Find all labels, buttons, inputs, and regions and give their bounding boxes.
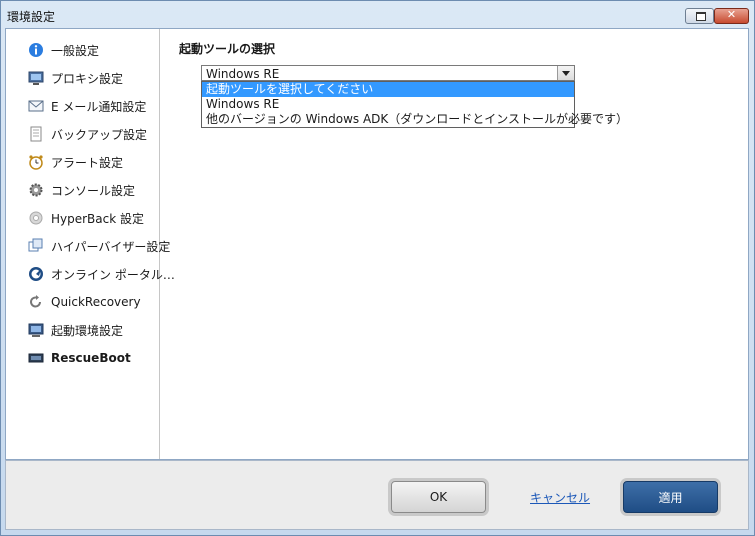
alarm-clock-icon [28, 154, 44, 170]
document-icon [28, 126, 44, 142]
window-title: 環境設定 [7, 10, 56, 24]
cancel-link[interactable]: キャンセル [530, 489, 590, 506]
boot-tool-select[interactable]: Windows RE [201, 65, 575, 81]
dialog-button-bar: OK キャンセル 適用 [5, 460, 749, 530]
dropdown-option[interactable]: 他のバージョンの Windows ADK（ダウンロードとインストールが必要です） [202, 112, 628, 127]
sidebar-item-label: 一般設定 [51, 43, 100, 58]
quickrecovery-icon [28, 294, 44, 310]
sidebar-item-console[interactable]: コンソール設定 [6, 178, 158, 202]
email-icon [28, 98, 44, 114]
boot-tool-dropdown-list: 起動ツールを選択してください Windows RE 他のバージョンの Windo… [201, 81, 628, 128]
sidebar-item-hypervisor[interactable]: ハイパーバイザー設定 [6, 234, 170, 258]
restore-button[interactable] [685, 8, 714, 24]
sidebar-item-proxy[interactable]: プロキシ設定 [6, 66, 158, 90]
sidebar-item-label: QuickRecovery [51, 295, 141, 309]
sidebar-item-label: HyperBack 設定 [51, 211, 145, 226]
sidebar-item-label: プロキシ設定 [51, 71, 124, 86]
dropdown-option[interactable]: Windows RE [202, 97, 574, 112]
sidebar-item-label: ハイパーバイザー設定 [51, 239, 171, 254]
dropdown-option[interactable]: 起動ツールを選択してください [202, 82, 574, 97]
ok-button[interactable]: OK [391, 481, 486, 513]
sidebar-item-quickrecovery[interactable]: QuickRecovery [6, 290, 158, 314]
boot-environment-icon [28, 322, 44, 338]
title-bar: 環境設定 ✕ [0, 0, 755, 28]
sidebar-item-rescueboot[interactable]: RescueBoot [6, 346, 158, 370]
hyperback-icon [28, 210, 44, 226]
settings-sidebar: 一般設定 プロキシ設定 E メール通知設定 バックアップ設定 アラート設定 コン… [6, 29, 175, 459]
sidebar-item-hyperback[interactable]: HyperBack 設定 [6, 206, 158, 230]
sidebar-item-label: 起動環境設定 [51, 323, 124, 338]
sidebar-item-label: E メール通知設定 [51, 99, 147, 114]
sidebar-item-label: バックアップ設定 [51, 127, 148, 142]
sidebar-item-backup[interactable]: バックアップ設定 [6, 122, 158, 146]
chevron-down-icon[interactable] [557, 66, 574, 80]
sidebar-item-label: アラート設定 [51, 155, 124, 170]
info-icon [28, 42, 44, 58]
apply-button[interactable]: 適用 [623, 481, 718, 513]
sidebar-item-alert[interactable]: アラート設定 [6, 150, 158, 174]
sidebar-item-label: RescueBoot [51, 351, 131, 365]
sidebar-item-email[interactable]: E メール通知設定 [6, 94, 158, 118]
settings-content: 起動ツールの選択 Windows RE 起動ツールを選択してください Windo… [159, 29, 748, 459]
sidebar-item-online-portal[interactable]: オンライン ポータル… [6, 262, 175, 286]
close-icon: ✕ [726, 8, 737, 21]
restore-icon [696, 12, 706, 21]
sidebar-item-label: オンライン ポータル… [51, 267, 175, 282]
sidebar-item-general[interactable]: 一般設定 [6, 38, 158, 62]
sidebar-item-label: コンソール設定 [51, 183, 136, 198]
sidebar-item-boot-environment[interactable]: 起動環境設定 [6, 318, 158, 342]
rescueboot-icon [28, 350, 44, 366]
close-button[interactable]: ✕ [714, 8, 749, 24]
section-title: 起動ツールの選択 [179, 42, 276, 56]
hypervisor-icon [28, 238, 44, 254]
client-area: 一般設定 プロキシ設定 E メール通知設定 バックアップ設定 アラート設定 コン… [5, 28, 749, 460]
boot-tool-select-value: Windows RE [206, 67, 280, 81]
monitor-icon [28, 70, 44, 86]
online-portal-icon [28, 266, 44, 282]
gear-icon [28, 182, 44, 198]
